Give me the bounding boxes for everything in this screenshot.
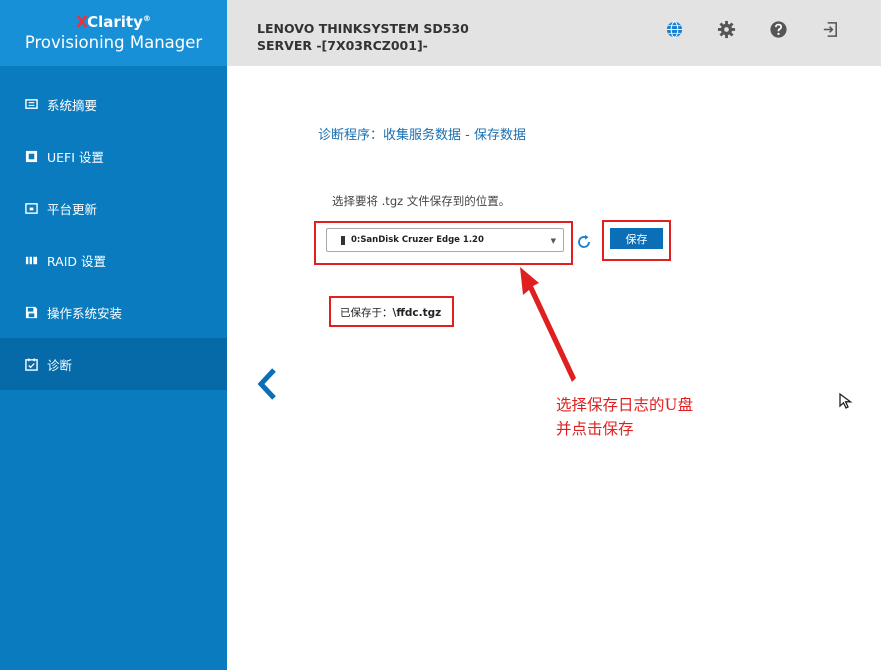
- sidebar-item-label: 诊断: [47, 357, 73, 373]
- sidebar-item-label: 系统摘要: [47, 97, 98, 113]
- help-icon[interactable]: [752, 18, 804, 40]
- device-select[interactable]: 0:SanDisk Cruzer Edge 1.20 ▼: [326, 228, 564, 252]
- calendar-check-icon: [24, 357, 38, 371]
- saved-path-label: 已保存于：: [340, 307, 393, 319]
- platform-update-icon: [24, 201, 38, 215]
- logout-icon[interactable]: [804, 18, 856, 40]
- save-location-instruction: 选择要将 .tgz 文件保存到的位置。: [332, 194, 511, 208]
- header-toolbar: [648, 18, 856, 40]
- sidebar-item-diagnostics[interactable]: 诊断: [0, 338, 227, 390]
- server-title: LENOVO THINKSYSTEM SD530 SERVER -[7X03RC…: [257, 21, 469, 53]
- sidebar-item-os-install[interactable]: 操作系统安装: [0, 286, 227, 338]
- globe-icon[interactable]: [648, 18, 700, 40]
- mouse-pointer-icon: [838, 392, 854, 410]
- saved-path-value: \ffdc.tgz: [392, 307, 442, 319]
- sidebar-item-platform-update[interactable]: 平台更新: [0, 182, 227, 234]
- main-content: 诊断程序：收集服务数据 - 保存数据 选择要将 .tgz 文件保存到的位置。 0…: [227, 66, 881, 670]
- sidebar-nav: 系统摘要 UEFI 设置 平台更新 RAID 设置 操作系统安装 诊断: [0, 78, 227, 390]
- top-header: LENOVO THINKSYSTEM SD530 SERVER -[7X03RC…: [227, 0, 881, 66]
- sidebar-item-uefi-settings[interactable]: UEFI 设置: [0, 130, 227, 182]
- sidebar-item-label: 操作系统安装: [47, 305, 123, 321]
- sidebar-item-system-summary[interactable]: 系统摘要: [0, 78, 227, 130]
- summary-icon: [24, 97, 38, 111]
- sidebar-item-label: RAID 设置: [47, 253, 107, 269]
- refresh-icon[interactable]: [576, 234, 592, 250]
- brand-xclarity: XClarity®: [76, 13, 151, 31]
- sidebar: XClarity® Provisioning Manager 系统摘要 UEFI…: [0, 0, 227, 670]
- gear-icon[interactable]: [700, 18, 752, 40]
- annotation-text: 选择保存日志的U盘 并点击保存: [556, 393, 756, 441]
- uefi-settings-icon: [24, 149, 38, 163]
- saved-path: 已保存于：\ffdc.tgz: [340, 305, 441, 320]
- save-button[interactable]: 保存: [610, 228, 663, 249]
- brand-logo: XClarity® Provisioning Manager: [0, 0, 227, 66]
- brand-product-name: Provisioning Manager: [24, 33, 203, 52]
- page-title: 诊断程序：收集服务数据 - 保存数据: [318, 128, 526, 143]
- floppy-disk-icon: [24, 305, 38, 319]
- device-select-value: 0:SanDisk Cruzer Edge 1.20: [351, 235, 484, 245]
- annotation-arrow: [520, 267, 576, 382]
- annotation-line-1: 选择保存日志的U盘: [556, 396, 694, 414]
- chevron-down-icon: ▼: [550, 237, 556, 245]
- raid-icon: [24, 253, 38, 267]
- annotation-line-2: 并点击保存: [556, 420, 634, 438]
- sidebar-item-label: UEFI 设置: [47, 149, 104, 165]
- usb-drive-icon: [341, 235, 345, 245]
- sidebar-item-label: 平台更新: [47, 201, 98, 217]
- sidebar-item-raid-settings[interactable]: RAID 设置: [0, 234, 227, 286]
- back-chevron-icon[interactable]: [255, 366, 279, 402]
